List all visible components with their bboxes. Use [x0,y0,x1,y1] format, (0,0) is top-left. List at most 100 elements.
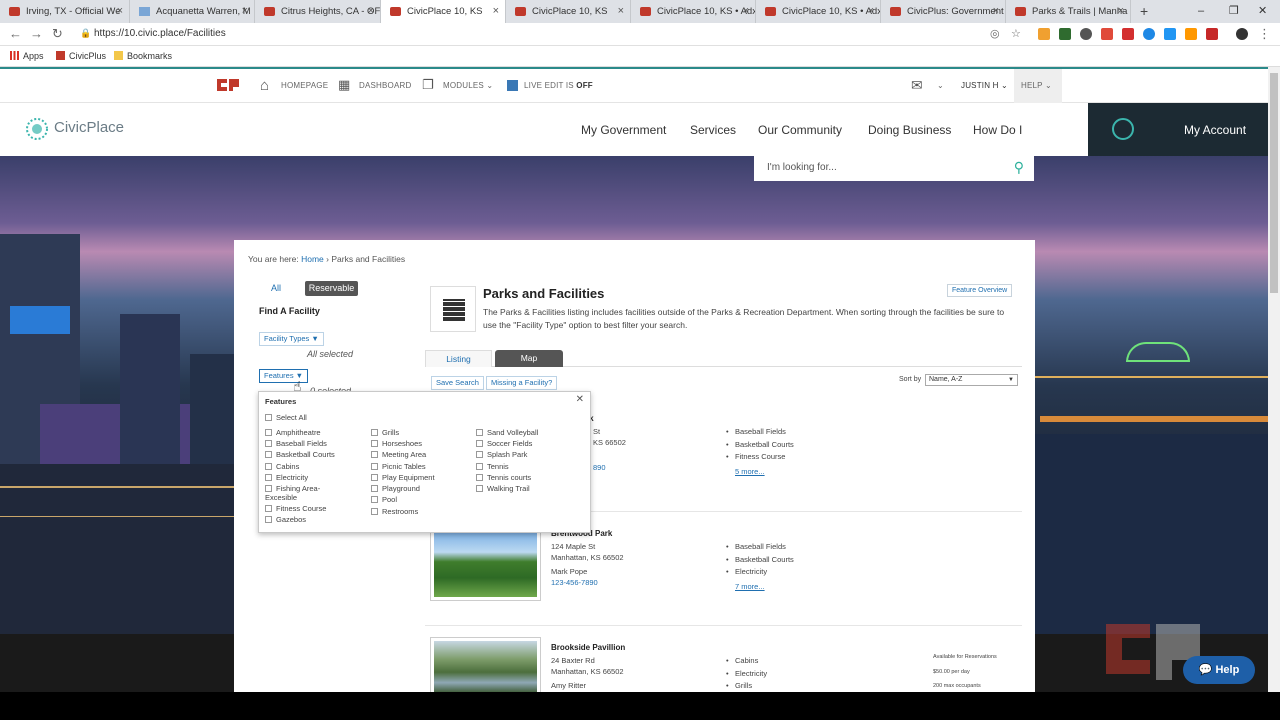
extension-icon[interactable] [1080,28,1092,40]
facility-name[interactable]: Brookside Pavillion [551,643,625,652]
nav-our-community[interactable]: Our Community [758,123,842,137]
chevron-down-icon[interactable]: ⌄ [937,81,944,90]
facility-phone[interactable]: 123-456-7890 [551,578,598,587]
search-icon[interactable]: ⚲ [1014,159,1024,176]
tab-map[interactable]: Map [495,350,563,367]
live-edit-toggle[interactable]: LIVE EDIT IS OFF [524,81,593,90]
browser-tab[interactable]: CivicPlace 10, KS × [506,0,631,23]
missing-facility-button[interactable]: Missing a Facility? [486,376,558,390]
feature-option[interactable]: Play Equipment [371,473,435,482]
feature-option[interactable]: Pool [371,495,397,504]
feature-option[interactable]: Restrooms [371,507,418,516]
dashboard-icon[interactable]: ▦ [338,77,350,93]
feature-option[interactable]: Basketball Courts [265,450,335,459]
extension-icon[interactable] [1206,28,1218,40]
feature-option[interactable]: Grills [371,428,399,437]
tab-listing[interactable]: Listing [425,350,492,367]
close-tab-icon[interactable]: × [618,0,624,23]
scrollbar-thumb[interactable] [1270,73,1278,293]
feature-option[interactable]: Splash Park [476,450,527,459]
feature-option[interactable]: Cabins [265,462,299,471]
close-tab-icon[interactable]: × [993,0,999,23]
extension-icon[interactable] [1122,28,1134,40]
bookmark-folder[interactable]: Bookmarks [114,51,172,61]
civicplus-logo-icon[interactable] [215,76,242,94]
location-icon[interactable]: ◎ [990,27,1000,41]
page-scrollbar[interactable] [1268,67,1280,692]
facility-photo[interactable] [430,529,541,601]
address-bar[interactable]: 🔒 https://10.civic.place/Facilities [74,25,1029,44]
feature-overview-button[interactable]: Feature Overview [947,284,1013,297]
feature-option[interactable]: Playground [371,484,420,493]
feature-option[interactable]: Gazebos [265,515,306,524]
close-window-icon[interactable]: ✕ [1258,0,1267,23]
more-features-link[interactable]: 5 more... [735,467,765,476]
feature-select-all[interactable]: Select All [265,413,307,422]
close-tab-icon[interactable]: × [1118,0,1124,23]
feature-option[interactable]: Meeting Area [371,450,426,459]
new-tab-icon[interactable]: + [1140,0,1148,23]
extension-icon[interactable] [1101,28,1113,40]
home-icon[interactable]: ⌂ [260,77,269,94]
close-tab-icon[interactable]: × [868,0,874,23]
extension-icon[interactable] [1038,28,1050,40]
forward-icon[interactable]: → [30,27,43,41]
menu-kebab-icon[interactable]: ⋮ [1258,27,1271,41]
tab-reservable[interactable]: Reservable [305,281,358,296]
feature-option[interactable]: Sand Volleyball [476,428,538,437]
facility-types-dropdown[interactable]: Facility Types ▼ [259,332,324,346]
browser-tab[interactable]: Acquanetta Warren, M × [130,0,255,23]
site-search-input[interactable]: I'm looking for... ⚲ [754,156,1034,181]
nav-my-government[interactable]: My Government [581,123,666,137]
browser-tab[interactable]: CivicPlus: Government × [881,0,1006,23]
facility-photo[interactable] [430,637,541,697]
nav-services[interactable]: Services [690,123,736,137]
admin-dashboard-link[interactable]: DASHBOARD [359,81,411,90]
modules-icon[interactable]: ❐ [422,77,434,93]
checkbox[interactable] [265,414,272,421]
sort-select[interactable]: Name, A-Z ▼ [925,374,1018,386]
help-button[interactable]: 💬 Help [1183,656,1255,684]
bookmark-civicplus[interactable]: CivicPlus [56,51,106,61]
extension-icon[interactable] [1059,28,1071,40]
feature-option[interactable]: Fitness Course [265,504,326,513]
reload-icon[interactable]: ↻ [52,27,63,41]
save-search-button[interactable]: Save Search [431,376,484,390]
close-tab-icon[interactable]: × [117,0,123,23]
civicplace-logo-icon[interactable] [26,118,48,140]
feature-option[interactable]: Baseball Fields [265,439,327,448]
bookmark-apps[interactable]: Apps [10,51,44,61]
back-icon[interactable]: ← [9,27,22,41]
extension-icon[interactable] [1185,28,1197,40]
nav-how-do-i[interactable]: How Do I [973,123,1022,137]
nav-doing-business[interactable]: Doing Business [868,123,951,137]
feature-option[interactable]: Walking Trail [476,484,530,493]
admin-homepage-link[interactable]: HOMEPAGE [281,81,328,90]
extension-icon[interactable] [1164,28,1176,40]
browser-tab[interactable]: CivicPlace 10, KS • Adx × [631,0,756,23]
close-icon[interactable]: ✕ [576,394,584,405]
close-tab-icon[interactable]: × [493,0,499,23]
close-tab-icon[interactable]: × [743,0,749,23]
browser-tab[interactable]: Citrus Heights, CA - OF × [255,0,381,23]
close-tab-icon[interactable]: × [368,0,374,23]
restore-icon[interactable]: ❐ [1229,0,1239,23]
feature-option[interactable]: Electricity [265,473,308,482]
extension-icon[interactable] [1143,28,1155,40]
profile-avatar[interactable] [1236,28,1248,40]
browser-tab[interactable]: Irving, TX - Official We × [0,0,130,23]
feature-option[interactable]: Fishing Area- Excesible [265,484,335,502]
feature-option[interactable]: Horseshoes [371,439,422,448]
feature-option[interactable]: Tennis courts [476,473,531,482]
more-features-link[interactable]: 7 more... [735,582,765,591]
mail-icon[interactable]: ✉ [911,77,923,94]
breadcrumb-home-link[interactable]: Home [301,254,324,264]
feature-option[interactable]: Soccer Fields [476,439,532,448]
close-tab-icon[interactable]: × [242,0,248,23]
user-menu[interactable]: JUSTIN H ⌄ [961,81,1008,90]
bookmark-star-icon[interactable]: ☆ [1011,27,1021,41]
admin-modules-menu[interactable]: MODULES ⌄ [443,81,493,90]
feature-option[interactable]: Amphitheatre [265,428,321,437]
minimize-icon[interactable]: – [1198,0,1204,23]
browser-tab[interactable]: CivicPlace 10, KS • Adx × [756,0,881,23]
